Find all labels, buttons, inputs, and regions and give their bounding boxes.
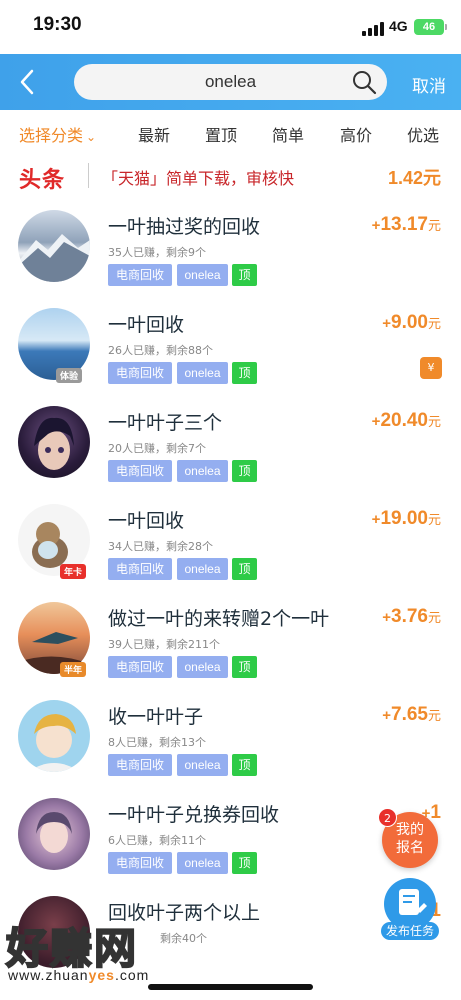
task-title: 一叶叶子三个 [108, 412, 223, 434]
avatar [18, 210, 90, 282]
back-arrow-icon [20, 69, 34, 95]
task-title: 收一叶叶子 [108, 706, 204, 728]
status-time: 19:30 [33, 14, 82, 35]
category-tag: 电商回收 [108, 656, 172, 678]
search-icon[interactable] [351, 69, 377, 95]
category-tag: 电商回收 [108, 558, 172, 580]
task-stats: 26人已赚，剩余88个 [108, 344, 213, 357]
task-stats: 20人已赚，剩余7个 [108, 442, 206, 455]
task-title: 一叶回收 [108, 510, 185, 532]
keyword-tag: onelea [177, 558, 228, 580]
watermark-url: www.zhuanyes.com [8, 967, 150, 983]
task-title: 一叶叶子兑换券回收 [108, 804, 280, 826]
tab-select-category[interactable]: 选择分类 ⌄ [19, 122, 96, 146]
cancel-button[interactable]: 取消 [412, 72, 446, 97]
task-reward: +13.17元 [371, 214, 441, 235]
task-item[interactable]: 半年 做过一叶的来转赠2个一叶 39人已赚，剩余211个 电商回收 onelea… [0, 594, 461, 692]
tab-label: 选择分类 [19, 126, 84, 145]
battery-icon: 46 [414, 19, 447, 35]
pinned-tag: 顶 [232, 460, 257, 482]
task-title: 一叶回收 [108, 314, 185, 336]
search-input[interactable]: onelea [74, 64, 387, 100]
pinned-tag: 顶 [232, 558, 257, 580]
headline-banner[interactable]: 头条 「天猫」简单下载，审核快 1.42元 [0, 154, 461, 200]
avatar [18, 798, 90, 870]
task-reward: +7.65元 [382, 704, 441, 725]
task-reward: +19.00元 [371, 508, 441, 529]
task-item[interactable]: 一叶抽过奖的回收 35人已赚，剩余9个 电商回收 onelea 顶 +13.17… [0, 202, 461, 300]
headline-tag: 头条 [19, 168, 66, 193]
task-stats: 8人已赚，剩余13个 [108, 736, 206, 749]
task-item[interactable]: 收一叶叶子 8人已赚，剩余13个 电商回收 onelea 顶 +7.65元 [0, 692, 461, 790]
task-reward: +9.00元 [382, 312, 441, 333]
keyword-tag: onelea [177, 656, 228, 678]
headline-price: 1.42元 [387, 168, 441, 188]
my-signups-button[interactable]: 2 我的 报名 [378, 808, 438, 868]
membership-badge: 半年 [60, 662, 87, 677]
filter-tabs: 选择分类⌄ 最新 置顶 抢 简单 高价 优选 [0, 110, 461, 241]
avatar [18, 700, 90, 772]
divider [88, 163, 89, 188]
cellular-signal-icon [362, 22, 384, 36]
headline-text: 「天猫」简单下载，审核快 [102, 169, 295, 188]
publish-task-label: 发布任务 [381, 922, 439, 940]
tab-latest[interactable]: 最新 [138, 122, 170, 146]
avatar [18, 406, 90, 478]
home-indicator [148, 984, 313, 990]
pinned-tag: 顶 [232, 362, 257, 384]
category-tag: 电商回收 [108, 754, 172, 776]
wallet-icon[interactable]: ¥ [420, 357, 442, 379]
pinned-tag: 顶 [232, 264, 257, 286]
category-tag: 电商回收 [108, 264, 172, 286]
signup-label-line2: 报名 [396, 840, 424, 856]
search-header: onelea 取消 [0, 54, 461, 110]
membership-badge: 年卡 [60, 564, 87, 579]
tab-pinned[interactable]: 置顶 [205, 122, 237, 146]
task-item[interactable]: 一叶叶子三个 20人已赚，剩余7个 电商回收 onelea 顶 +20.40元 [0, 398, 461, 496]
publish-task-button[interactable]: 发布任务 [381, 878, 439, 940]
task-reward: +3.76元 [382, 606, 441, 627]
pinned-tag: 顶 [232, 656, 257, 678]
task-item[interactable]: 体验 一叶回收 26人已赚，剩余88个 电商回收 onelea 顶 +9.00元… [0, 300, 461, 398]
task-stats: 6人已赚，剩余11个 [108, 834, 206, 847]
keyword-tag: onelea [177, 362, 228, 384]
task-item[interactable]: 年卡 一叶回收 34人已赚，剩余28个 电商回收 onelea 顶 +19.00… [0, 496, 461, 594]
task-title: 一叶抽过奖的回收 [108, 216, 261, 238]
task-title: 做过一叶的来转赠2个一叶 [108, 608, 330, 630]
task-stats: 35人已赚，剩余9个 [108, 246, 206, 259]
tab-simple[interactable]: 简单 [272, 122, 304, 146]
tab-label: 置顶 [205, 126, 238, 145]
chevron-down-icon: ⌄ [86, 130, 97, 144]
keyword-tag: onelea [177, 264, 228, 286]
task-reward: +20.40元 [371, 410, 441, 431]
signup-count-badge: 2 [378, 808, 397, 827]
tab-high-price[interactable]: 高价 [340, 122, 372, 146]
pinned-tag: 顶 [232, 754, 257, 776]
category-tag: 电商回收 [108, 852, 172, 874]
category-tag: 电商回收 [108, 362, 172, 384]
site-watermark: 好赚网 www.zhuanyes.com [0, 915, 200, 990]
task-stats: 34人已赚，剩余28个 [108, 540, 213, 553]
search-query-text: onelea [204, 72, 257, 91]
keyword-tag: onelea [177, 754, 228, 776]
category-tag: 电商回收 [108, 460, 172, 482]
pinned-tag: 顶 [232, 852, 257, 874]
back-button[interactable] [14, 66, 42, 98]
status-bar: 19:30 4G 46 [0, 0, 461, 54]
network-type: 4G [389, 18, 408, 34]
keyword-tag: onelea [177, 460, 228, 482]
membership-badge: 体验 [56, 368, 83, 383]
keyword-tag: onelea [177, 852, 228, 874]
tab-featured[interactable]: 优选 [407, 122, 439, 146]
task-stats: 39人已赚，剩余211个 [108, 638, 220, 651]
